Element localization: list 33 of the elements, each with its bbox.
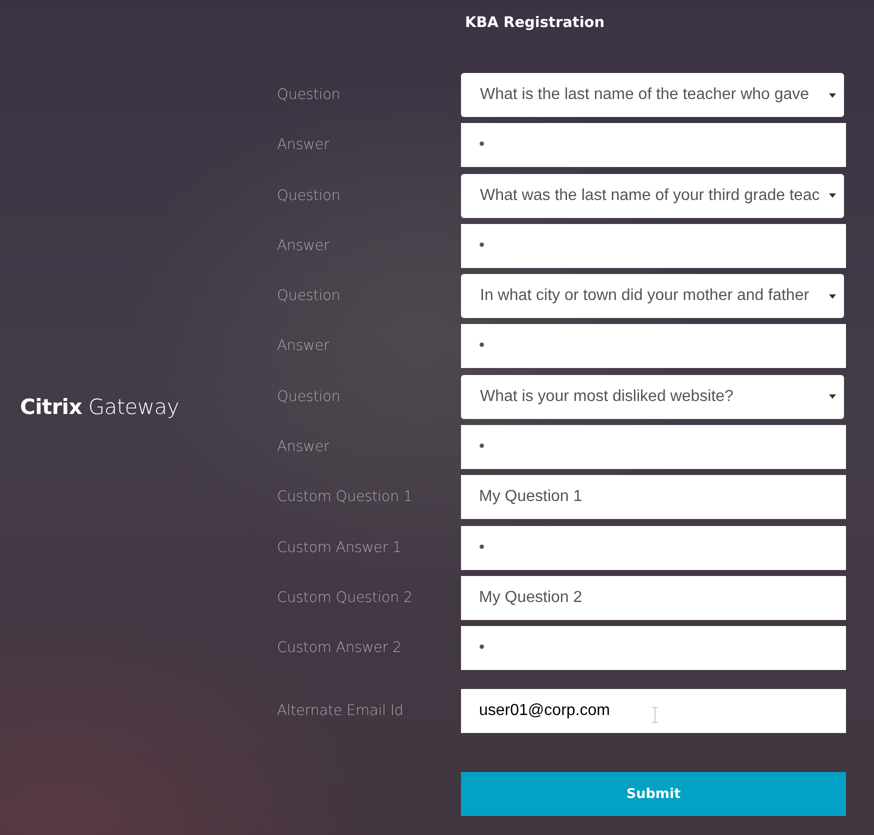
field-label: Custom Question 1 (277, 489, 414, 506)
field-label: Answer (277, 238, 330, 254)
field-label: Alternate Email Id (277, 702, 404, 719)
field-label: Custom Answer 1 (277, 540, 402, 556)
answer-field[interactable]: • (461, 324, 846, 368)
answer-field[interactable]: • (461, 224, 846, 268)
question-select[interactable]: What is the last name of the teacher who gave (461, 73, 844, 117)
brand-title: Citrix Gateway (20, 394, 179, 418)
field-label: Answer (277, 137, 330, 154)
answer-field[interactable]: • (461, 526, 846, 570)
field-label: Question (277, 188, 342, 204)
field-label: Custom Question 2 (277, 590, 414, 606)
field-label: Question (277, 288, 342, 304)
field-label: Question (277, 388, 342, 405)
custom-question-field[interactable]: My Question 2 (461, 576, 846, 620)
answer-field[interactable]: • (461, 626, 846, 670)
caret-icon (829, 294, 836, 299)
email-field[interactable]: user01@corp.com (461, 688, 846, 733)
answer-field[interactable]: • (461, 425, 846, 470)
custom-question-field[interactable]: My Question 1 (461, 475, 846, 520)
text-cursor-icon (652, 706, 658, 723)
field-label: Answer (277, 338, 330, 354)
field-label: Question (277, 87, 342, 103)
field-label: Answer (277, 439, 330, 456)
question-select[interactable]: In what city or town did your mother and father (461, 274, 844, 318)
answer-field[interactable]: • (461, 123, 846, 168)
field-label: Custom Answer 2 (277, 640, 402, 656)
caret-icon (829, 394, 836, 400)
caret-icon (829, 92, 836, 98)
question-select[interactable]: What is your most disliked website? (461, 374, 844, 419)
question-select[interactable]: What was the last name of your third grade teac (461, 174, 844, 218)
caret-icon (829, 193, 836, 198)
page-title: KBA Registration (465, 14, 606, 33)
